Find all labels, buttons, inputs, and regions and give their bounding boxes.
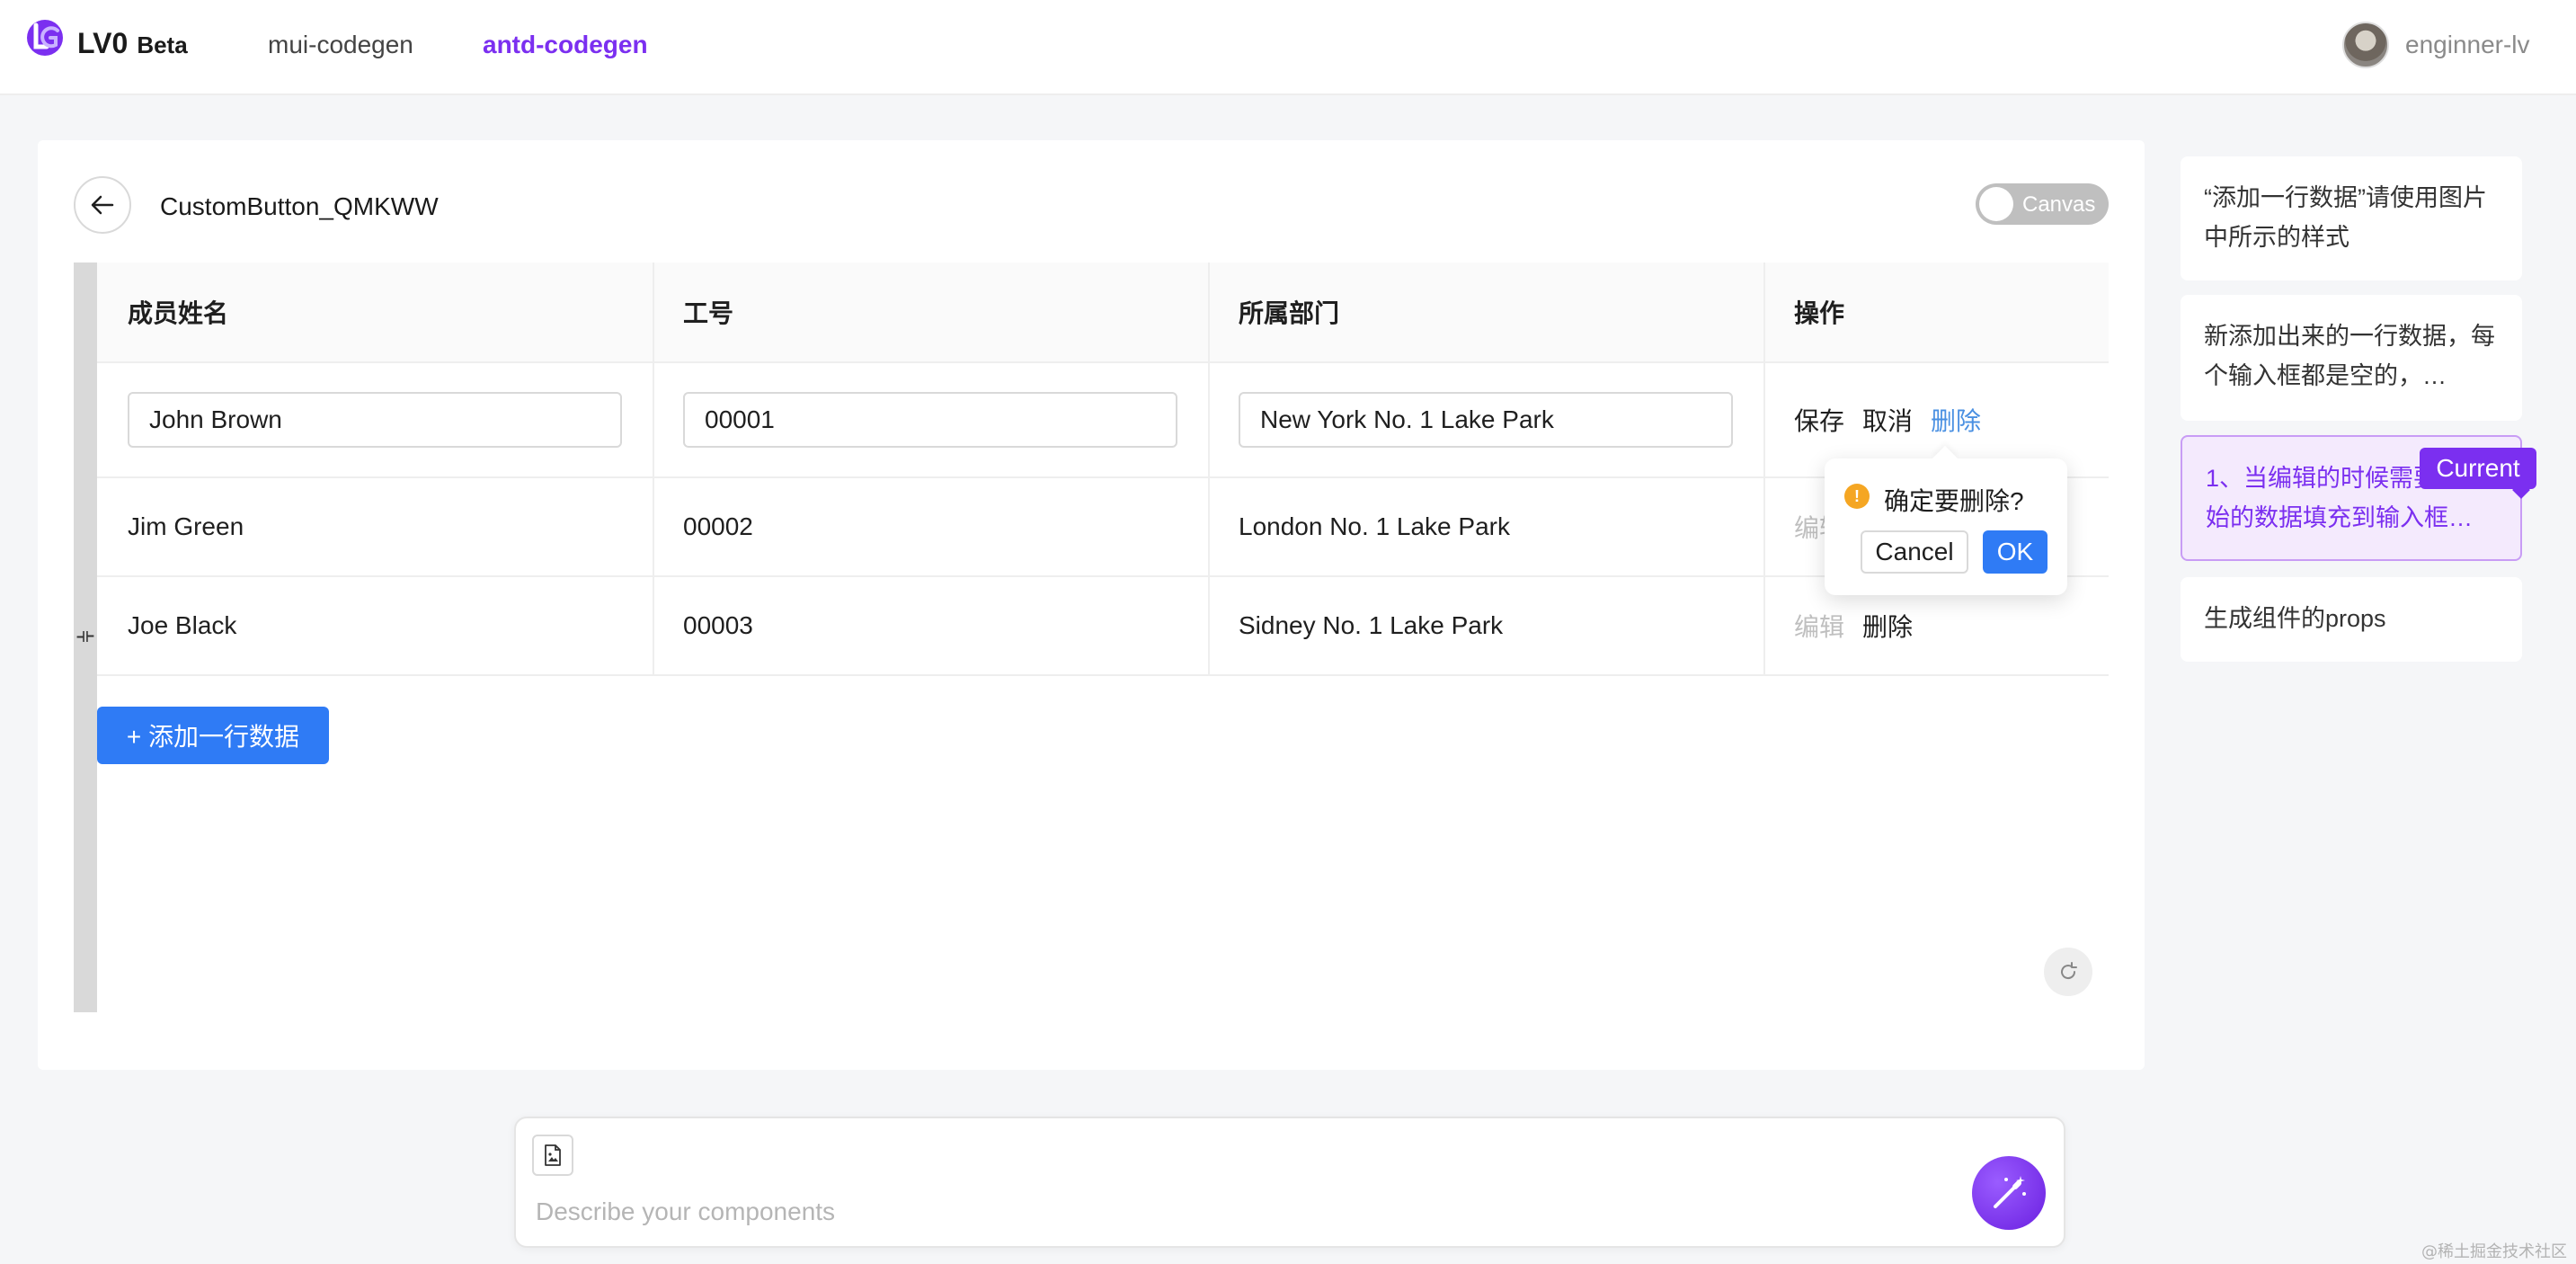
- column-header: 工号: [683, 299, 734, 327]
- column-header: 成员姓名: [128, 299, 229, 327]
- column-header: 操作: [1794, 299, 1845, 327]
- table-cell: [97, 363, 653, 476]
- table-cell: [653, 363, 1208, 476]
- cancel-button[interactable]: Cancel: [1861, 530, 1968, 574]
- prompt-input[interactable]: Describe your components: [536, 1197, 835, 1226]
- resize-handle-icon[interactable]: ⟛: [76, 624, 95, 647]
- edit-link[interactable]: 编辑: [1794, 608, 1844, 644]
- upload-image-button[interactable]: [532, 1135, 573, 1176]
- app-logo: [27, 20, 63, 56]
- confirm-question: 确定要删除?: [1884, 487, 2024, 515]
- nav-mui-codegen[interactable]: mui-codegen: [268, 31, 413, 59]
- id-input[interactable]: [683, 392, 1177, 448]
- column-divider: [653, 263, 654, 676]
- table-row: Joe Black 00003 Sidney No. 1 Lake Park 编…: [97, 577, 2109, 676]
- canvas-toggle-label: Canvas: [2022, 192, 2096, 217]
- table-header: 成员姓名 工号 所属部门 操作: [97, 263, 2109, 363]
- brand: LV0 Beta: [77, 27, 188, 60]
- beta-badge: Beta: [137, 31, 188, 58]
- current-badge: Current: [2420, 448, 2536, 489]
- back-button[interactable]: [74, 176, 131, 234]
- magic-wand-icon: [1994, 1176, 2026, 1208]
- brand-name: LV0: [77, 27, 129, 59]
- toggle-knob: [1979, 187, 2013, 221]
- add-row-button[interactable]: + 添加一行数据: [97, 707, 329, 764]
- table-cell: 00003: [683, 611, 753, 639]
- table-cell: [1208, 363, 1763, 476]
- ok-button[interactable]: OK: [1983, 530, 2047, 574]
- image-file-icon: [545, 1144, 561, 1166]
- table-cell: Sidney No. 1 Lake Park: [1239, 611, 1504, 639]
- generate-button[interactable]: [1972, 1156, 2046, 1230]
- cancel-link[interactable]: 取消: [1862, 402, 1913, 438]
- nav-antd-codegen[interactable]: antd-codegen: [483, 31, 648, 59]
- dept-input[interactable]: [1239, 392, 1733, 448]
- arrow-left-icon: [91, 195, 114, 215]
- table-row-editing: 保存 取消 删除: [97, 363, 2109, 478]
- component-name: CustomButton_QMKWW: [160, 192, 439, 220]
- history-item-text: “添加一行数据”请使用图片中所示的样式: [2204, 184, 2487, 251]
- refresh-icon: [2061, 962, 2077, 980]
- username[interactable]: enginner-lv: [2405, 31, 2530, 59]
- history-item[interactable]: “添加一行数据”请使用图片中所示的样式: [2181, 156, 2522, 280]
- history-item[interactable]: 新添加出来的一行数据，每个输入框都是空的，…: [2181, 295, 2522, 421]
- column-divider: [1763, 263, 1765, 676]
- top-bar: LV0 Beta mui-codegen antd-codegen enginne…: [0, 0, 2576, 95]
- delete-link[interactable]: 删除: [1862, 608, 1913, 644]
- save-link[interactable]: 保存: [1794, 402, 1844, 438]
- table-cell: Joe Black: [128, 611, 237, 639]
- delete-popconfirm: ! 确定要删除? Cancel OK: [1825, 445, 2067, 595]
- table-cell: Jim Green: [128, 512, 244, 540]
- warning-icon: !: [1844, 484, 1870, 509]
- column-divider: [1208, 263, 1210, 676]
- table-cell: 00002: [683, 512, 753, 540]
- refresh-button[interactable]: [2044, 948, 2092, 996]
- column-header: 所属部门: [1239, 299, 1340, 327]
- table-cell: London No. 1 Lake Park: [1239, 512, 1510, 540]
- watermark: @稀土掘金技术社区: [2421, 1242, 2567, 1261]
- avatar[interactable]: [2342, 22, 2389, 68]
- history-item-text: 生成组件的props: [2204, 605, 2386, 632]
- prompt-box: Describe your components: [514, 1117, 2065, 1248]
- name-input[interactable]: [128, 392, 622, 448]
- history-item-text: 新添加出来的一行数据，每个输入框都是空的，…: [2204, 323, 2495, 389]
- delete-link[interactable]: 删除: [1931, 402, 1981, 438]
- canvas-toggle[interactable]: Canvas: [1976, 183, 2109, 225]
- history-item[interactable]: 生成组件的props: [2181, 577, 2522, 662]
- table-row: Jim Green 00002 London No. 1 Lake Park 编…: [97, 478, 2109, 577]
